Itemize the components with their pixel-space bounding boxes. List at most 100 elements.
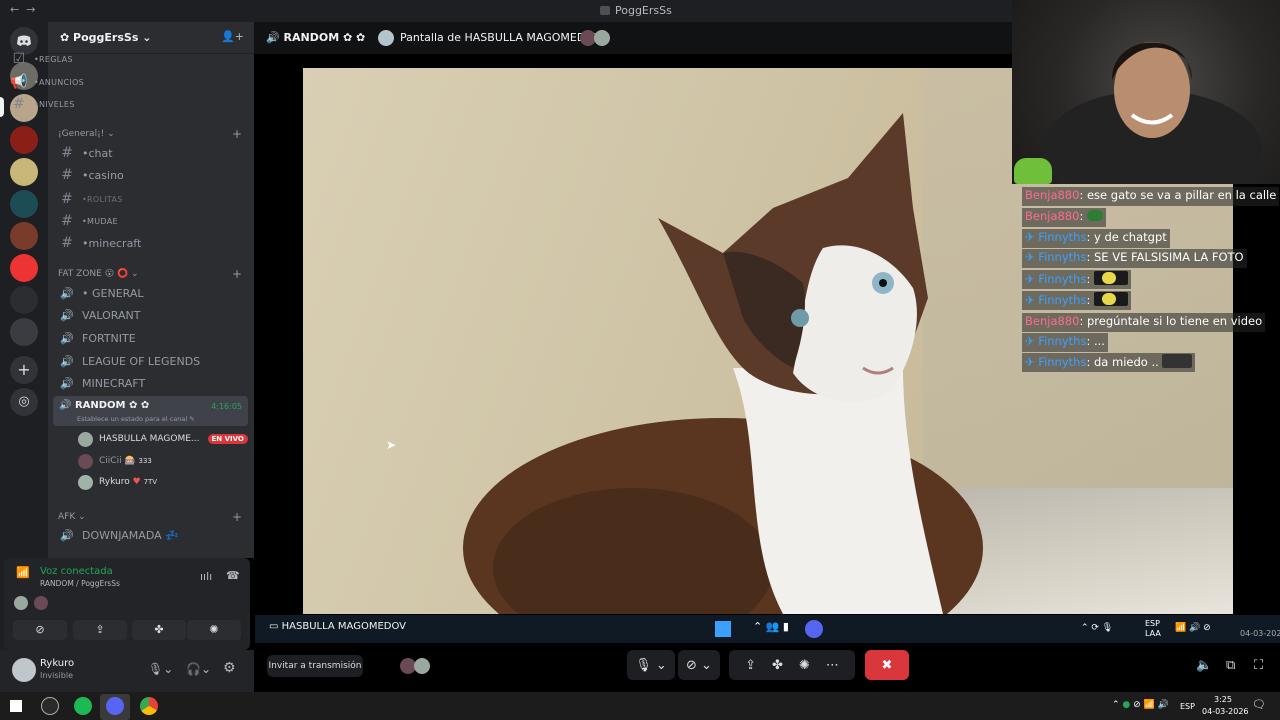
screen-share-button[interactable]: ⇪ <box>73 620 127 640</box>
minion-emote <box>1093 271 1128 285</box>
webcam-person <box>1042 42 1262 210</box>
share-screen-icon[interactable]: ⇪ <box>745 658 756 673</box>
activities-button[interactable]: ✤ <box>132 620 186 640</box>
speaker-icon: 🔊 <box>59 400 72 411</box>
taskbar-lang: ESP <box>1180 702 1195 711</box>
category-fatzone[interactable]: FAT ZONE 😮 ⭕ ⌄ <box>58 269 139 279</box>
server-icon-videos[interactable] <box>10 254 38 282</box>
taskbar-apps: ⌃ 👥 ▮ <box>753 620 789 633</box>
voice-channel-general[interactable]: 🔊 • GENERAL <box>58 283 143 303</box>
settings-gear-icon[interactable]: ⚙ <box>223 660 236 676</box>
avatar <box>594 30 610 46</box>
browser-app-icon[interactable] <box>41 697 59 715</box>
random-timer: 4:16:05 <box>211 402 242 411</box>
windows-start-icon <box>715 621 731 637</box>
channel-mudae[interactable]: # •MUDAE <box>58 211 118 231</box>
header-channel-row: 🔊 RANDOM ✿ ✿ <box>266 31 366 44</box>
tray-lang2: LAA <box>1145 629 1161 638</box>
server-icon-3[interactable] <box>10 126 38 154</box>
soundboard-button[interactable]: ✺ <box>187 620 241 640</box>
voice-channel-fortnite[interactable]: 🔊 FORTNITE <box>58 328 136 348</box>
voice-channel-afk[interactable]: 🔊 DOWNJAMADA 💤 <box>58 525 179 545</box>
voice-channel-lol[interactable]: 🔊 LEAGUE OF LEGENDS <box>58 351 200 371</box>
hash-icon: # <box>61 167 73 183</box>
emote-icon <box>1162 354 1193 368</box>
webcam-overlay <box>1012 0 1280 210</box>
popout-icon[interactable]: ⧉ <box>1226 658 1235 673</box>
avatar <box>414 658 430 674</box>
tray-status-icons: 📶 🔊 ⊘ <box>1175 623 1211 633</box>
noise-suppression-icon[interactable]: ıılı <box>200 570 212 583</box>
channel-rolitas[interactable]: # •ROLITAS <box>58 189 123 209</box>
channel-status-hint[interactable]: Establece un estado para el canal ✎ <box>77 415 195 423</box>
tray-lang: ESP <box>1145 619 1160 628</box>
channel-niveles[interactable]: # •NIVELES <box>10 94 75 114</box>
voice-location[interactable]: RANDOM / PoggErsSs <box>40 579 120 588</box>
guild-header[interactable]: ✿ PoggErsSs ⌄ 👤+ <box>48 22 254 54</box>
hash-icon: # <box>61 145 73 161</box>
user-avatar[interactable] <box>12 658 36 682</box>
avatar <box>78 431 93 447</box>
emote-icon <box>1086 210 1103 221</box>
mouse-cursor: ➤ <box>386 438 397 452</box>
volume-icon[interactable]: 🔈 <box>1196 658 1212 673</box>
channel-reglas[interactable]: ☑ •REGLAS <box>10 49 73 69</box>
server-icon-4[interactable] <box>10 158 38 186</box>
guild-name-row: ✿ PoggErsSs ⌄ <box>60 31 152 44</box>
category-general[interactable]: ¡General¡! ⌄ <box>58 129 115 139</box>
explore-icon[interactable]: ◎ <box>10 388 38 416</box>
server-folder-icon[interactable] <box>10 318 38 346</box>
random-label-row: 🔊 RANDOM ✿ ✿ <box>59 400 150 411</box>
window-title: PoggErsSs <box>600 4 672 17</box>
spotify-icon[interactable] <box>74 697 92 715</box>
leave-call-button[interactable]: ✖ <box>865 650 909 680</box>
channel-casino[interactable]: # •casino <box>58 165 124 185</box>
activities-icon[interactable]: ✤ <box>772 658 783 673</box>
chat-message: ✈ Finnyths: da miedo .. <box>1022 353 1196 372</box>
soundboard-icon[interactable]: ✺ <box>799 658 810 673</box>
discord-icon[interactable] <box>106 697 124 715</box>
notification-icon[interactable]: 🗨 <box>1252 698 1266 711</box>
voice-status: Voz conectada <box>40 566 113 577</box>
chrome-icon[interactable] <box>140 697 158 715</box>
chat-message: Benja880: pregúntale si lo tiene en vide… <box>1022 313 1266 332</box>
category-afk[interactable]: AFK ⌄ <box>58 512 86 522</box>
streamer-label: ▭ HASBULLA MAGOMEDOV <box>269 621 407 632</box>
voice-channel-valorant[interactable]: 🔊 VALORANT <box>58 305 140 325</box>
invite-people-icon[interactable]: 👤+ <box>221 30 244 43</box>
system-tray-icons[interactable]: ⌃ ● ⊘ 📶 🔊 <box>1112 700 1169 710</box>
channel-minecraft[interactable]: # •minecraft <box>58 233 141 253</box>
camera-off-button[interactable]: ⊘ <box>13 620 67 640</box>
add-server-icon[interactable]: + <box>10 356 38 384</box>
windows-start-icon[interactable] <box>10 700 22 712</box>
signal-icon: 📶 <box>16 566 30 579</box>
server-icon-6[interactable] <box>10 222 38 250</box>
speaker-icon: 🔊 <box>60 331 74 345</box>
mic-toggle-button[interactable]: 🎙 ⌄ <box>627 650 675 680</box>
headphones-icon[interactable]: 🎧⌄ <box>186 662 211 676</box>
microphone-icon[interactable]: 🎙⌄ <box>148 662 173 676</box>
chat-message: ✈ Finnyths: SE VE FALSISIMA LA FOTO <box>1022 249 1247 268</box>
voice-channel-random[interactable]: 🔊 RANDOM ✿ ✿ 4:16:05 Establece un estado… <box>53 396 248 426</box>
fullscreen-icon[interactable]: ⛶ <box>1254 658 1263 673</box>
camera-toggle-button[interactable]: ⊘ ⌄ <box>678 650 720 680</box>
more-icon[interactable]: ⋯ <box>826 658 839 673</box>
voice-user-ciicii[interactable]: CiiCii 🎰 333 <box>78 451 152 471</box>
channel-anuncios[interactable]: 📢 •ANUNCIOS <box>10 72 84 92</box>
channel-chat[interactable]: # •chat <box>58 143 112 163</box>
chat-message: ✈ Finnyths: y de chatgpt <box>1022 229 1170 248</box>
voice-user-rykuro[interactable]: Rykuro ♥ 7TV <box>78 472 157 492</box>
server-icon-7[interactable] <box>10 286 38 314</box>
nav-arrows[interactable]: ← → <box>10 3 35 16</box>
avatar <box>78 474 93 490</box>
rules-icon: ☑ <box>12 51 26 67</box>
voice-user-hasbulla[interactable]: HASBULLA MAGOME... EN VIVO <box>78 429 248 449</box>
chat-message: Benja880: <box>1022 208 1106 227</box>
voice-channel-minecraft[interactable]: 🔊 MINECRAFT <box>58 373 145 393</box>
tray-icons: ⌃ ⟳ 🎙 <box>1081 623 1114 633</box>
server-icon-5[interactable] <box>10 190 38 218</box>
invite-stream-button[interactable]: Invitar a transmisión <box>267 655 363 677</box>
disconnect-icon[interactable]: ☎ <box>226 569 240 582</box>
minion-emote <box>1093 292 1128 306</box>
avatar <box>34 596 48 610</box>
